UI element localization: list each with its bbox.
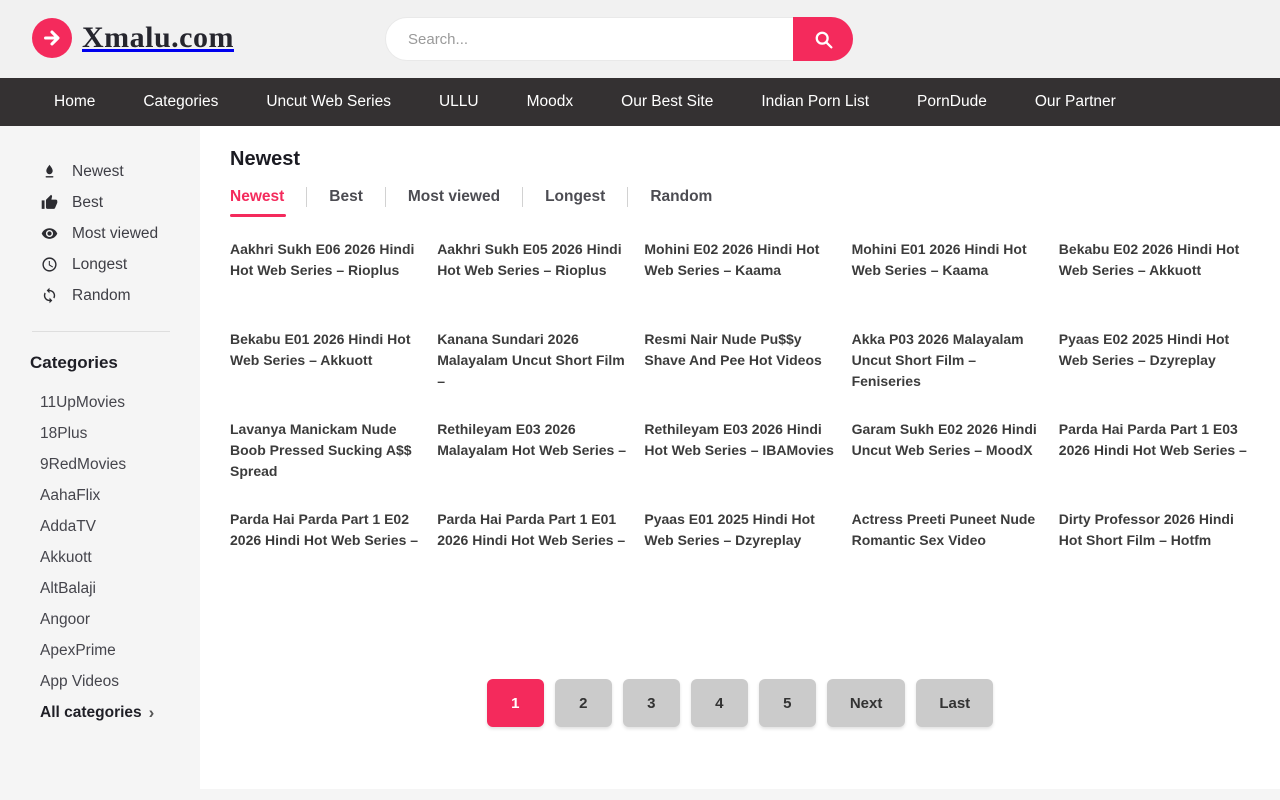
thumbs-up-icon bbox=[40, 194, 58, 212]
sidebar-category-links: 11UpMovies18Plus9RedMoviesAahaFlixAddaTV… bbox=[0, 387, 200, 697]
brand-name: Xmalu.com bbox=[82, 21, 234, 55]
sidebar-item-newest[interactable]: Newest bbox=[0, 156, 200, 187]
sidebar-item-longest[interactable]: Longest bbox=[0, 249, 200, 280]
site-logo[interactable]: Xmalu.com bbox=[32, 18, 234, 58]
search-bar bbox=[385, 17, 853, 61]
pagination: 12345NextLast bbox=[230, 679, 1250, 727]
video-title-link[interactable]: Garam Sukh E02 2026 Hindi Uncut Web Seri… bbox=[852, 419, 1043, 509]
nav-item-ullu[interactable]: ULLU bbox=[415, 78, 503, 126]
pagination-page-3[interactable]: 3 bbox=[623, 679, 680, 727]
video-grid: Aakhri Sukh E06 2026 Hindi Hot Web Serie… bbox=[230, 239, 1250, 599]
main-nav: HomeCategoriesUncut Web SeriesULLUMoodxO… bbox=[0, 78, 1280, 126]
tab-separator bbox=[385, 187, 386, 207]
sidebar-category-app-videos[interactable]: App Videos bbox=[0, 666, 200, 697]
sidebar-item-random[interactable]: Random bbox=[0, 280, 200, 311]
tab-separator bbox=[627, 187, 628, 207]
footer-strip bbox=[0, 789, 1280, 800]
sidebar-item-label: Newest bbox=[72, 163, 124, 181]
video-title-link[interactable]: Rethileyam E03 2026 Malayalam Hot Web Se… bbox=[437, 419, 628, 509]
nav-item-categories[interactable]: Categories bbox=[119, 78, 242, 126]
chevron-right-icon: › bbox=[149, 704, 155, 721]
nav-item-uncut-web-series[interactable]: Uncut Web Series bbox=[242, 78, 415, 126]
site-header: Xmalu.com bbox=[0, 0, 1280, 78]
sidebar-item-all-categories[interactable]: All categories › bbox=[0, 697, 200, 728]
video-title-link[interactable]: Parda Hai Parda Part 1 E03 2026 Hindi Ho… bbox=[1059, 419, 1250, 509]
tab-separator bbox=[306, 187, 307, 207]
sidebar-divider bbox=[32, 331, 170, 332]
main-content: Newest Newest Best Most viewed Longest Rando… bbox=[200, 126, 1280, 789]
sidebar-item-label: Random bbox=[72, 287, 131, 305]
all-categories-label: All categories bbox=[40, 697, 142, 728]
tab-best[interactable]: Best bbox=[329, 188, 363, 206]
nav-item-home[interactable]: Home bbox=[30, 78, 119, 126]
video-title-link[interactable]: Actress Preeti Puneet Nude Romantic Sex … bbox=[852, 509, 1043, 599]
sidebar-item-label: Longest bbox=[72, 256, 127, 274]
video-title-link[interactable]: Lavanya Manickam Nude Boob Pressed Sucki… bbox=[230, 419, 421, 509]
video-title-link[interactable]: Aakhri Sukh E06 2026 Hindi Hot Web Serie… bbox=[230, 239, 421, 329]
video-title-link[interactable]: Dirty Professor 2026 Hindi Hot Short Fil… bbox=[1059, 509, 1250, 599]
tab-random[interactable]: Random bbox=[650, 188, 712, 206]
sidebar-category-18plus[interactable]: 18Plus bbox=[0, 418, 200, 449]
pagination-next-button[interactable]: Next bbox=[827, 679, 906, 727]
video-title-link[interactable]: Aakhri Sukh E05 2026 Hindi Hot Web Serie… bbox=[437, 239, 628, 329]
video-title-link[interactable]: Kanana Sundari 2026 Malayalam Uncut Shor… bbox=[437, 329, 628, 419]
pagination-page-1[interactable]: 1 bbox=[487, 679, 544, 727]
nav-item-porndude[interactable]: PornDude bbox=[893, 78, 1011, 126]
search-button[interactable] bbox=[793, 17, 853, 61]
sidebar-sort-links: Newest Best Most viewed Longest Random bbox=[0, 156, 200, 311]
pen-icon bbox=[40, 163, 58, 181]
tab-longest[interactable]: Longest bbox=[545, 188, 605, 206]
video-title-link[interactable]: Parda Hai Parda Part 1 E02 2026 Hindi Ho… bbox=[230, 509, 421, 599]
video-title-link[interactable]: Akka P03 2026 Malayalam Uncut Short Film… bbox=[852, 329, 1043, 419]
pagination-page-4[interactable]: 4 bbox=[691, 679, 748, 727]
nav-item-moodx[interactable]: Moodx bbox=[503, 78, 598, 126]
eye-icon bbox=[40, 225, 58, 243]
sidebar-item-most-viewed[interactable]: Most viewed bbox=[0, 218, 200, 249]
sidebar-category-altbalaji[interactable]: AltBalaji bbox=[0, 573, 200, 604]
video-title-link[interactable]: Bekabu E02 2026 Hindi Hot Web Series – A… bbox=[1059, 239, 1250, 329]
video-title-link[interactable]: Rethileyam E03 2026 Hindi Hot Web Series… bbox=[644, 419, 835, 509]
sync-icon bbox=[40, 287, 58, 305]
video-title-link[interactable]: Resmi Nair Nude Pu$$y Shave And Pee Hot … bbox=[644, 329, 835, 419]
categories-heading: Categories bbox=[0, 353, 200, 373]
pagination-page-5[interactable]: 5 bbox=[759, 679, 816, 727]
arrow-right-circle-icon bbox=[32, 18, 72, 58]
video-title-link[interactable]: Bekabu E01 2026 Hindi Hot Web Series – A… bbox=[230, 329, 421, 419]
video-title-link[interactable]: Pyaas E01 2025 Hindi Hot Web Series – Dz… bbox=[644, 509, 835, 599]
video-title-link[interactable]: Pyaas E02 2025 Hindi Hot Web Series – Dz… bbox=[1059, 329, 1250, 419]
search-icon bbox=[813, 29, 834, 50]
nav-item-our-best-site[interactable]: Our Best Site bbox=[597, 78, 737, 126]
sidebar-item-label: Best bbox=[72, 194, 103, 212]
sidebar-category-akkuott[interactable]: Akkuott bbox=[0, 542, 200, 573]
sidebar: Newest Best Most viewed Longest Random Categ… bbox=[0, 126, 200, 789]
nav-item-indian-porn-list[interactable]: Indian Porn List bbox=[737, 78, 893, 126]
video-title-link[interactable]: Mohini E01 2026 Hindi Hot Web Series – K… bbox=[852, 239, 1043, 329]
video-title-link[interactable]: Mohini E02 2026 Hindi Hot Web Series – K… bbox=[644, 239, 835, 329]
sort-tabs: Newest Best Most viewed Longest Random bbox=[230, 187, 1250, 207]
nav-item-our-partner[interactable]: Our Partner bbox=[1011, 78, 1140, 126]
sidebar-category-angoor[interactable]: Angoor bbox=[0, 604, 200, 635]
tab-newest[interactable]: Newest bbox=[230, 188, 284, 206]
sidebar-item-best[interactable]: Best bbox=[0, 187, 200, 218]
page-title: Newest bbox=[230, 148, 1250, 171]
sidebar-category-11upmovies[interactable]: 11UpMovies bbox=[0, 387, 200, 418]
clock-icon bbox=[40, 256, 58, 274]
sidebar-category-aahaflix[interactable]: AahaFlix bbox=[0, 480, 200, 511]
tab-separator bbox=[522, 187, 523, 207]
pagination-page-2[interactable]: 2 bbox=[555, 679, 612, 727]
sidebar-item-label: Most viewed bbox=[72, 225, 158, 243]
sidebar-category-apexprime[interactable]: ApexPrime bbox=[0, 635, 200, 666]
search-input[interactable] bbox=[385, 17, 853, 61]
pagination-last-button[interactable]: Last bbox=[916, 679, 993, 727]
video-title-link[interactable]: Parda Hai Parda Part 1 E01 2026 Hindi Ho… bbox=[437, 509, 628, 599]
sidebar-category-addatv[interactable]: AddaTV bbox=[0, 511, 200, 542]
sidebar-category-9redmovies[interactable]: 9RedMovies bbox=[0, 449, 200, 480]
tab-most-viewed[interactable]: Most viewed bbox=[408, 188, 500, 206]
